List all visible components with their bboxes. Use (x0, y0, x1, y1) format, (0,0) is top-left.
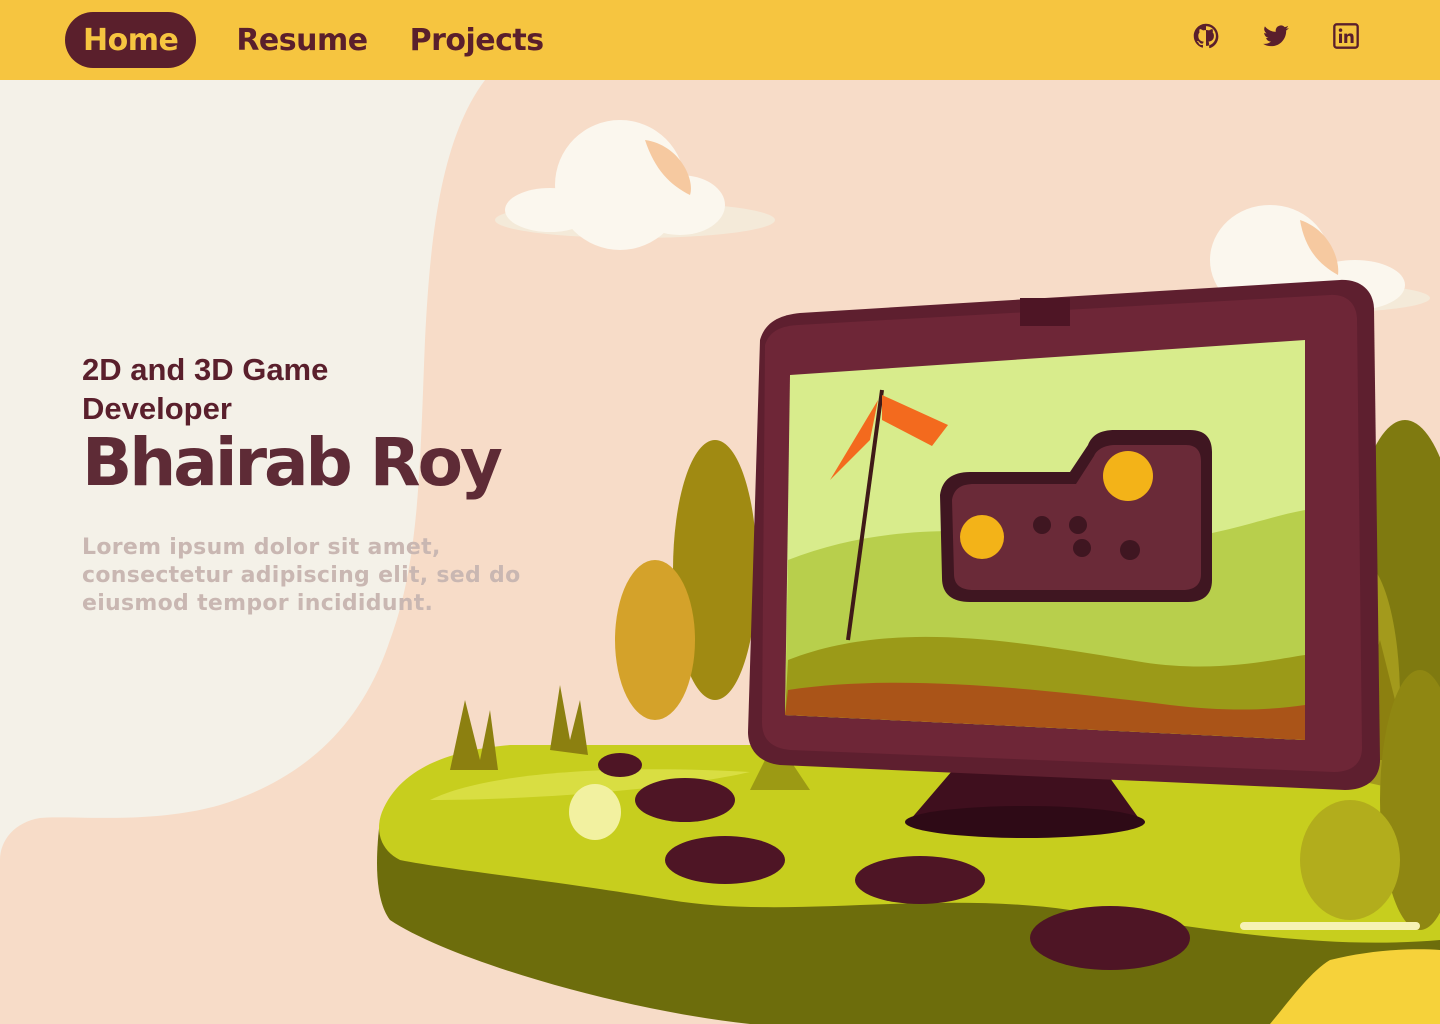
hero-name: Bhairab Roy (82, 424, 503, 501)
hero-text: 2D and 3D Game Developer Bhairab Roy Lor… (82, 350, 582, 618)
nav-home-link[interactable]: Home (65, 12, 197, 68)
linkedin-icon[interactable] (1332, 22, 1360, 50)
navbar: Home Resume Projects (0, 0, 1440, 80)
nav-links: Home Resume Projects (65, 12, 562, 68)
github-icon[interactable] (1192, 22, 1220, 50)
social-links (1192, 22, 1360, 50)
role-subtitle: 2D and 3D Game Developer (82, 352, 329, 426)
monitor (748, 279, 1380, 790)
nav-projects-link[interactable]: Projects (392, 12, 562, 68)
hero-description: Lorem ipsum dolor sit amet, consectetur … (82, 535, 521, 616)
twitter-icon[interactable] (1262, 22, 1290, 50)
cloud-left (495, 120, 775, 250)
nav-resume-link[interactable]: Resume (218, 12, 385, 68)
